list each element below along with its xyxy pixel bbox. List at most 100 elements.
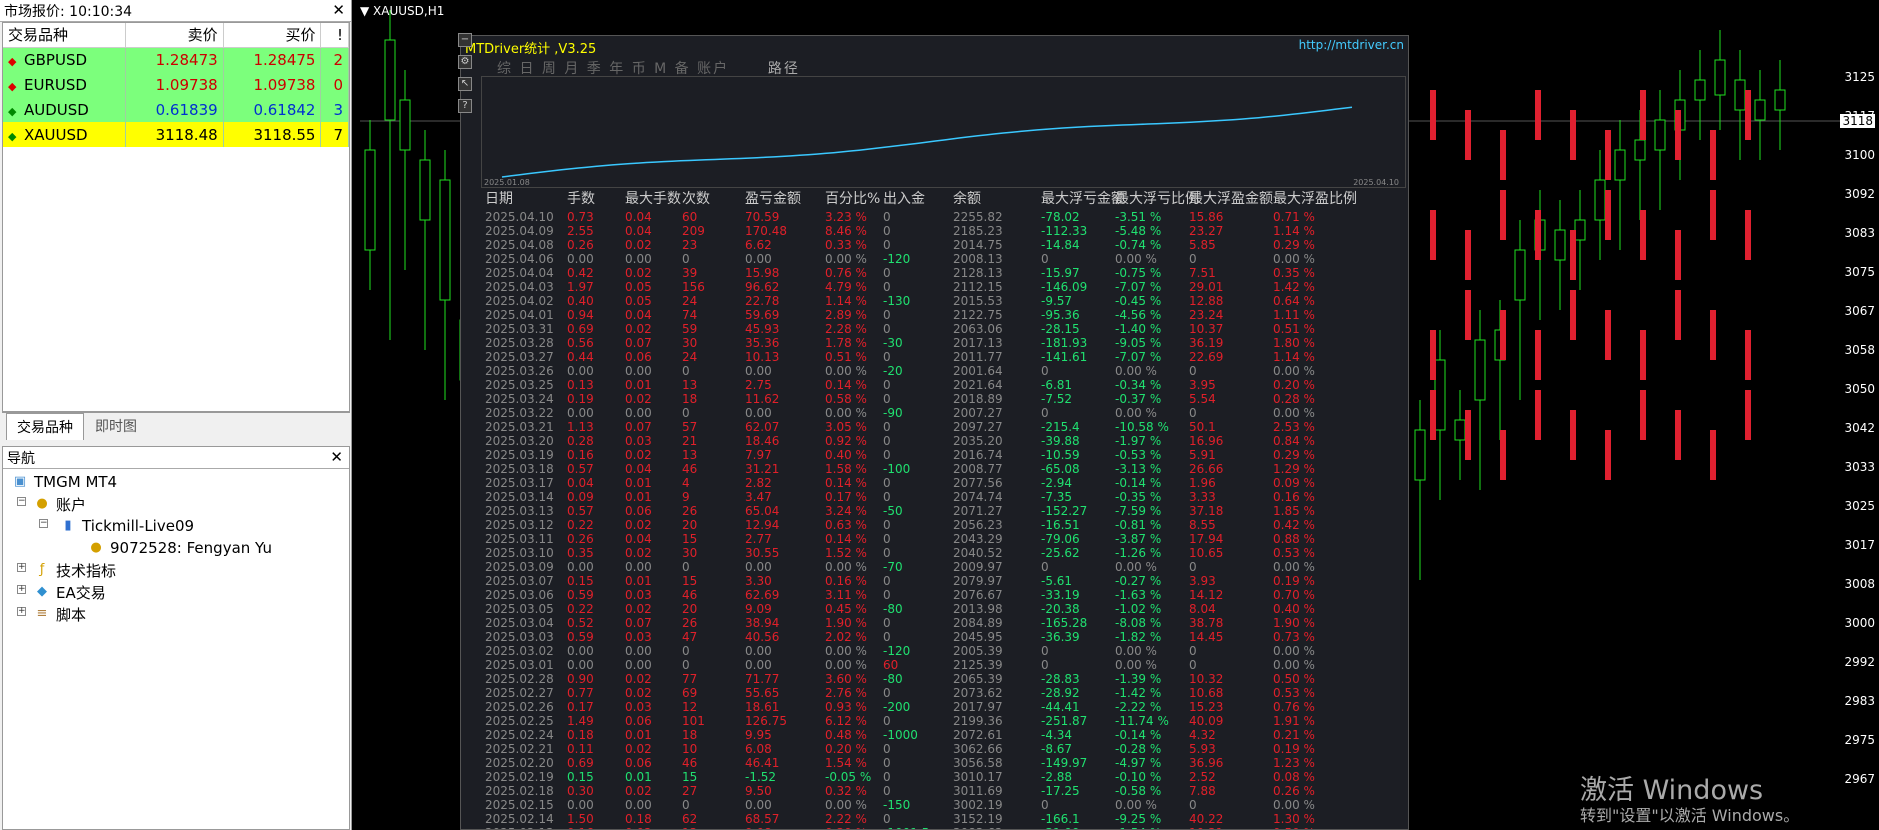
close-icon[interactable]: ✕: [330, 448, 343, 466]
col-bid[interactable]: 卖价: [125, 23, 224, 48]
candle-body: [1634, 139, 1646, 161]
col-ask[interactable]: 买价: [223, 23, 322, 48]
stats-cell: 2097.27: [953, 420, 1003, 434]
ea-link[interactable]: http://mtdriver.cn: [1299, 38, 1404, 52]
stats-cell: 2025.03.04: [485, 616, 554, 630]
stats-cell: 24: [682, 294, 698, 308]
stats-cell: 156: [682, 280, 705, 294]
stats-cell: 2025.02.14: [485, 812, 554, 826]
stats-cell: 0: [682, 798, 690, 812]
price-tick: 3083: [1844, 226, 1875, 240]
expand-icon[interactable]: +: [17, 607, 26, 616]
ea-path[interactable]: 路径: [768, 61, 800, 77]
stats-cell: 12.88: [1189, 294, 1224, 308]
col-count[interactable]: !: [320, 23, 349, 48]
tree-server[interactable]: ▮ Tickmill-Live09: [59, 515, 194, 537]
stats-row: 2025.02.24 0.18 0.01 18 9.95 0.48 % -1000 2072.…: [485, 728, 1405, 742]
stats-cell: -1.97 %: [1115, 434, 1162, 448]
stats-cell: 0.40 %: [1273, 602, 1315, 616]
stats-cell: 0: [883, 616, 891, 630]
stats-cell: 0.00: [567, 798, 594, 812]
trade-marker: [1465, 290, 1471, 340]
tab-tick-chart[interactable]: 即时图: [84, 412, 148, 440]
down-arrow-icon: ◆: [8, 54, 17, 68]
tab-symbols[interactable]: 交易品种: [6, 413, 84, 440]
stats-cell: -7.59 %: [1115, 504, 1162, 518]
stats-cell: 2025.04.09: [485, 224, 554, 238]
stats-cell: 0.02: [625, 238, 652, 252]
candle-body: [364, 149, 376, 251]
tree-broker[interactable]: ▣ TMGM MT4: [11, 471, 117, 493]
stats-cell: 2025.04.03: [485, 280, 554, 294]
stats-cell: -16.51: [1041, 518, 1080, 532]
stats-cell: 0: [883, 476, 891, 490]
stats-cell: 30.55: [745, 546, 780, 560]
tree-scripts[interactable]: ≡ 脚本: [33, 603, 86, 625]
stats-cell: 0: [1041, 406, 1049, 420]
tree-experts[interactable]: ◆ EA交易: [33, 581, 106, 603]
trade-marker: [1570, 290, 1576, 340]
expand-icon[interactable]: +: [17, 563, 26, 572]
candle-body: [1514, 249, 1526, 301]
close-icon[interactable]: ✕: [332, 1, 345, 19]
trade-marker: [1500, 190, 1506, 240]
stats-cell: 5.93: [1189, 742, 1216, 756]
stats-cell: 0: [682, 644, 690, 658]
stats-cell: 1.85 %: [1273, 504, 1315, 518]
settings-icon[interactable]: ⚙: [458, 55, 472, 69]
collapse-icon[interactable]: −: [17, 497, 26, 506]
stats-cell: -5.48 %: [1115, 224, 1162, 238]
stats-cell: 0.00 %: [825, 406, 867, 420]
stats-row: 2025.03.18 0.57 0.04 46 31.21 1.58 % -100 2008.…: [485, 462, 1405, 476]
stats-cell: 0.06: [625, 756, 652, 770]
expand-icon[interactable]: +: [17, 585, 26, 594]
stats-cell: 0.19 %: [1273, 574, 1315, 588]
stats-row: 2025.04.10 0.73 0.04 60 70.59 3.23 % 0 2255.82 -…: [485, 210, 1405, 224]
ask-cell: 3118.55: [223, 122, 322, 147]
stats-row: 2025.02.14 1.50 0.18 62 68.57 2.22 % 0 3152.19 -…: [485, 812, 1405, 826]
ea-tabs[interactable]: 综 日 周 月 季 年 币 M 备 账户 路径: [497, 58, 800, 78]
stats-cell: 2015.53: [953, 294, 1003, 308]
symbol-row[interactable]: ◆ AUDUSD 0.61839 0.61842 3: [3, 97, 349, 122]
expert-icon: ◆: [37, 584, 47, 599]
stats-cell: 0.53 %: [1273, 686, 1315, 700]
stats-cell: 0.28 %: [1273, 392, 1315, 406]
minimize-icon[interactable]: −: [458, 33, 472, 47]
stats-cell: 38.94: [745, 616, 780, 630]
tree-indicators[interactable]: ƒ 技术指标: [33, 559, 116, 581]
stats-cell: 30: [682, 546, 698, 560]
stats-cell: 20: [682, 518, 698, 532]
symbol-row[interactable]: ◆ GBPUSD 1.28473 1.28475 2: [3, 47, 349, 72]
tree-accounts[interactable]: ● 账户: [33, 493, 86, 515]
stats-cell: -0.75 %: [1115, 266, 1162, 280]
stats-cell: 3010.17: [953, 770, 1003, 784]
candle-body: [1734, 79, 1746, 111]
stats-cell: 2025.03.21: [485, 420, 554, 434]
col-symbol[interactable]: 交易品种: [3, 23, 126, 48]
stats-cell: 0.02: [625, 686, 652, 700]
stats-cell: 1.97: [567, 280, 594, 294]
stats-cell: 0.19: [567, 392, 594, 406]
stats-cell: 0.69: [567, 756, 594, 770]
help-icon[interactable]: ?: [458, 99, 472, 113]
trade-marker: [1640, 210, 1646, 260]
symbol-row[interactable]: ◆ EURUSD 1.09738 1.09738 0: [3, 72, 349, 97]
stats-cell: 0.00: [745, 252, 772, 266]
stats-cell: -141.61: [1041, 350, 1088, 364]
pin-icon[interactable]: ↖: [458, 77, 472, 91]
trade-marker: [1675, 230, 1681, 280]
stats-cell: 0.15: [567, 574, 594, 588]
stats-row: 2025.03.14 0.09 0.01 9 3.47 0.17 % 0 2074.74 -7.…: [485, 490, 1405, 504]
stats-cell: 0.73: [567, 210, 594, 224]
stats-cell: 77: [682, 672, 698, 686]
trade-marker: [1535, 330, 1541, 380]
trade-marker: [1675, 290, 1681, 340]
symbol-row[interactable]: ◆ XAUUSD 3118.48 3118.55 7: [3, 122, 349, 147]
stats-cell: -0.74 %: [1115, 238, 1162, 252]
collapse-icon[interactable]: −: [39, 519, 48, 528]
stats-cell: 0.09 %: [1273, 476, 1315, 490]
stats-row: 2025.04.04 0.42 0.02 39 15.98 0.76 % 0 2128.13 -…: [485, 266, 1405, 280]
stats-cell: 2073.62: [953, 686, 1003, 700]
stats-cell: 2018.89: [953, 392, 1003, 406]
tree-account[interactable]: ● 9072528: Fengyan Yu: [87, 537, 272, 559]
